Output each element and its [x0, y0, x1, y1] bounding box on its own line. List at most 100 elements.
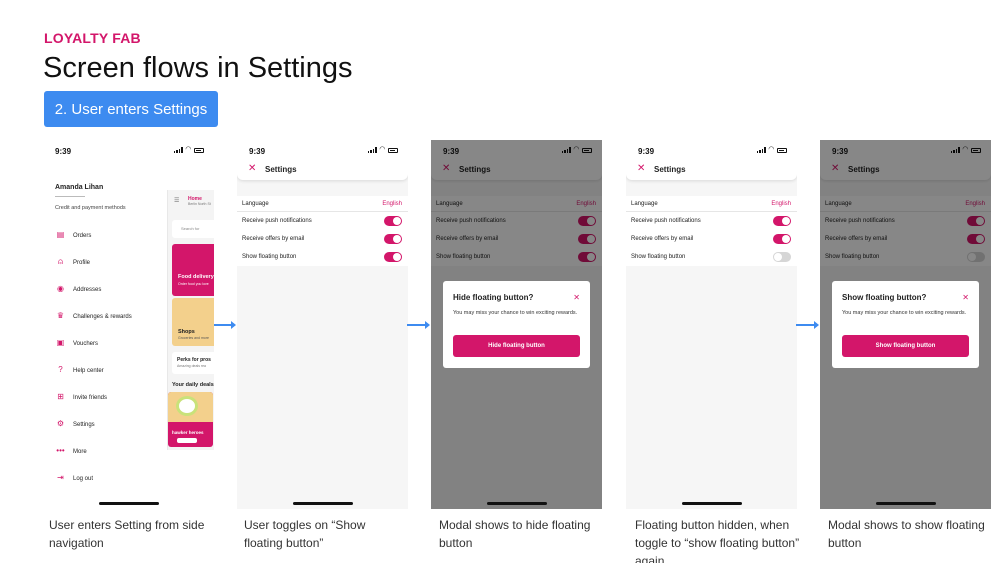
status-icons: ◠	[367, 146, 398, 153]
wifi-icon: ◠	[768, 146, 774, 153]
nav-item-more[interactable]: ••• More	[43, 438, 167, 465]
phone-screen-settings-on: ✕ Settings 9:39 ◠ Language English Receive …	[237, 140, 408, 509]
language-row[interactable]: Language English	[626, 196, 797, 212]
push-toggle[interactable]	[773, 216, 791, 226]
nav-item-label: Help center	[73, 367, 104, 374]
home-indicator	[486, 502, 547, 505]
email-toggle[interactable]	[773, 234, 791, 244]
signal-icon	[173, 147, 183, 153]
perks-title: Perks for pros	[177, 357, 211, 363]
floating-toggle[interactable]	[773, 252, 791, 262]
hide-floating-button[interactable]: Hide floating button	[453, 335, 580, 357]
page-title: Screen flows in Settings	[43, 52, 353, 84]
hawker-card: hawker heroes	[168, 392, 213, 447]
wifi-icon: ◠	[379, 146, 385, 153]
nav-item-addresses[interactable]: ◉ Addresses	[43, 276, 167, 303]
phone-screen-settings-off: ✕ Settings 9:39 ◠ Language English Receive …	[626, 140, 797, 509]
menu-icon: ☰	[174, 198, 180, 204]
payment-methods-link[interactable]: Credit and payment methods	[55, 205, 126, 211]
nav-item-challenges[interactable]: ♛ Challenges & rewards	[43, 303, 167, 330]
order-now-chip	[177, 438, 197, 443]
email-toggle[interactable]	[384, 234, 402, 244]
phone-screen-show-modal: ✕ Settings 9:39 ◠ Language English Receive …	[820, 140, 991, 509]
nav-item-logout[interactable]: ⇥ Log out	[43, 465, 167, 492]
email-row: Receive offers by email	[237, 230, 408, 248]
settings-title: Settings	[654, 165, 686, 174]
home-indicator	[292, 502, 353, 505]
modal-text: You may miss your chance to win exciting…	[453, 310, 578, 316]
status-icons: ◠	[173, 146, 204, 153]
nav-item-label: Vouchers	[73, 340, 99, 347]
more-dots-icon: •••	[56, 446, 65, 455]
help-icon: ?	[58, 365, 63, 374]
floating-label: Show floating button	[242, 254, 297, 260]
close-icon[interactable]: ✕	[248, 163, 256, 174]
location-pin-icon: ◉	[57, 284, 64, 293]
nav-item-label: Addresses	[73, 286, 102, 293]
nav-list: ▤ Orders ⍝ Profile ◉ Addresses ♛ Challenges …	[43, 222, 167, 492]
push-row: Receive push notifications	[237, 212, 408, 230]
nav-item-settings[interactable]: ⚙ Settings	[43, 411, 167, 438]
nav-item-label: Profile	[73, 259, 91, 266]
shops-card: Shops Groceries and more	[172, 298, 214, 346]
caption-step-1: User enters Setting from side navigation	[49, 518, 205, 550]
nav-item-label: Log out	[73, 475, 94, 482]
phone-screen-hide-modal: ✕ Settings 9:39 ◠ Language English Receive …	[431, 140, 602, 509]
floating-row: Show floating button	[237, 248, 408, 266]
nav-item-invite[interactable]: ⊞ Invite friends	[43, 384, 167, 411]
status-bar: 9:39 ◠	[237, 140, 408, 162]
signal-icon	[756, 147, 766, 153]
food-image	[168, 392, 213, 422]
status-time: 9:39	[249, 147, 266, 156]
language-value: English	[382, 200, 402, 207]
show-floating-button[interactable]: Show floating button	[842, 335, 969, 357]
settings-list: Language English Receive push notificatio…	[626, 196, 797, 266]
food-sub: Order food you love	[178, 282, 209, 286]
signal-icon	[367, 147, 377, 153]
caption-step-2: User toggles on “Show floating button”	[244, 518, 366, 550]
nav-item-orders[interactable]: ▤ Orders	[43, 222, 167, 249]
divider	[55, 196, 85, 197]
nav-item-vouchers[interactable]: ▣ Vouchers	[43, 330, 167, 357]
deals-title: Your daily deals	[172, 382, 214, 388]
wifi-icon: ◠	[185, 146, 191, 153]
hide-floating-modal: Hide floating button? ✕ You may miss you…	[443, 281, 590, 368]
battery-icon	[777, 147, 787, 153]
user-name: Amanda Lihan	[55, 184, 104, 191]
language-label: Language	[631, 200, 658, 207]
language-value: English	[771, 200, 791, 207]
flow-arrow	[796, 321, 819, 329]
food-delivery-card: Food delivery Order food you love	[172, 244, 214, 296]
close-icon[interactable]: ✕	[637, 163, 645, 174]
push-label: Receive push notifications	[631, 218, 701, 224]
email-label: Receive offers by email	[631, 236, 694, 242]
status-icons: ◠	[756, 146, 787, 153]
battery-icon	[194, 147, 204, 153]
show-floating-modal: Show floating button? ✕ You may miss you…	[832, 281, 979, 368]
floating-toggle[interactable]	[384, 252, 402, 262]
person-icon: ⍝	[58, 257, 63, 266]
logout-icon: ⇥	[57, 473, 64, 482]
settings-list: Language English Receive push notificatio…	[237, 196, 408, 266]
home-address: Berlin North St	[188, 202, 211, 206]
home-indicator	[98, 502, 159, 505]
flow-arrow	[407, 321, 430, 329]
nav-item-profile[interactable]: ⍝ Profile	[43, 249, 167, 276]
search-input: Search for	[172, 220, 214, 238]
language-row[interactable]: Language English	[237, 196, 408, 212]
status-bar: 9:39 ◠	[626, 140, 797, 162]
home-indicator	[875, 502, 936, 505]
modal-text: You may miss your chance to win exciting…	[842, 310, 967, 316]
push-toggle[interactable]	[384, 216, 402, 226]
home-screen-peek[interactable]: ☰ Home Berlin North St Search for Food d…	[167, 190, 214, 450]
close-icon[interactable]: ✕	[962, 293, 969, 302]
nav-item-label: Invite friends	[73, 394, 108, 401]
status-time: 9:39	[55, 147, 72, 156]
status-bar: 9:39 ◠	[43, 140, 214, 162]
step-label-button[interactable]: 2. User enters Settings	[44, 91, 218, 127]
nav-item-help[interactable]: ? Help center	[43, 357, 167, 384]
caption-step-3: Modal shows to hide floating button	[439, 518, 591, 550]
language-label: Language	[242, 200, 269, 207]
close-icon[interactable]: ✕	[573, 293, 580, 302]
voucher-icon: ▣	[56, 338, 65, 347]
